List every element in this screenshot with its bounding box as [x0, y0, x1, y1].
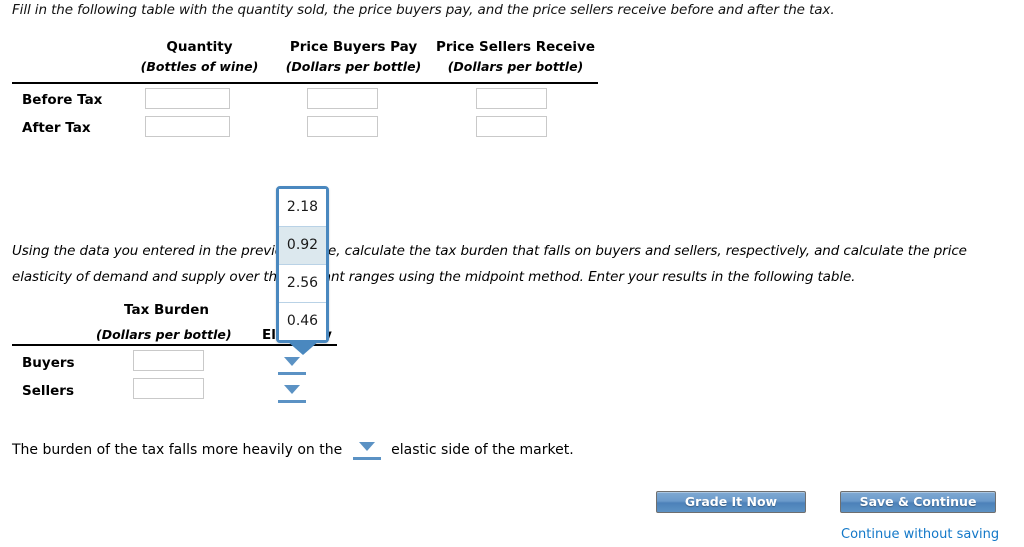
column-header-quantity-unit: (Bottles of wine)	[140, 59, 259, 74]
column-header-price-buyers-pay-title: Price Buyers Pay	[289, 39, 418, 55]
column-header-price-sellers-receive: Price Sellers Receive (Dollars per bottl…	[432, 38, 599, 76]
input-before-tax-price-buyers-pay[interactable]	[307, 88, 378, 109]
grade-it-now-button[interactable]: Grade It Now	[656, 491, 806, 513]
dropdown-option-3[interactable]: 0.46	[279, 303, 326, 340]
chevron-down-icon	[358, 442, 375, 451]
dropdown-option-1[interactable]: 0.92	[279, 227, 326, 265]
chevron-down-icon	[284, 357, 300, 366]
dropdown-option-2[interactable]: 2.56	[279, 265, 326, 303]
tax-burden-instruction: Using the data you entered in the previo…	[12, 243, 967, 285]
input-after-tax-quantity[interactable]	[145, 116, 230, 137]
open-dropdown-elasticity-options[interactable]: 2.18 0.92 2.56 0.46	[276, 186, 329, 343]
tax-burden-conclusion-sentence: The burden of the tax falls more heavily…	[12, 434, 574, 460]
column-header-quantity: Quantity (Bottles of wine)	[117, 38, 282, 76]
dropdown-buyers-elasticity[interactable]	[278, 355, 306, 375]
continue-without-saving-link[interactable]: Continue without saving	[841, 527, 999, 542]
column-header-quantity-title: Quantity	[166, 39, 233, 55]
dropdown-underline	[352, 457, 381, 460]
row-label-before-tax: Before Tax	[22, 92, 103, 108]
dropdown-underline	[278, 400, 306, 403]
input-after-tax-price-buyers-pay[interactable]	[307, 116, 378, 137]
dropdown-option-0[interactable]: 2.18	[279, 189, 326, 227]
column-header-price-sellers-receive-unit: (Dollars per bottle)	[447, 59, 584, 74]
chevron-down-icon	[284, 385, 300, 394]
table1-header-divider	[12, 82, 598, 84]
input-before-tax-quantity[interactable]	[145, 88, 230, 109]
dropdown-sellers-elasticity[interactable]	[278, 383, 306, 403]
save-and-continue-button[interactable]: Save & Continue	[840, 491, 996, 513]
row-label-after-tax: After Tax	[22, 120, 91, 136]
input-before-tax-price-sellers-receive[interactable]	[476, 88, 547, 109]
column-header-price-sellers-receive-title: Price Sellers Receive	[435, 39, 595, 55]
row-label-sellers: Sellers	[22, 383, 74, 399]
conclusion-text-after: elastic side of the market.	[391, 442, 574, 458]
input-sellers-tax-burden[interactable]	[133, 378, 204, 399]
intro-instruction: Fill in the following table with the qua…	[12, 2, 835, 18]
dropdown-underline	[278, 372, 306, 375]
dropdown-elastic-side[interactable]	[352, 440, 381, 460]
input-buyers-tax-burden[interactable]	[133, 350, 204, 371]
dropdown-pointer-tail	[287, 341, 319, 355]
column-header-price-buyers-pay: Price Buyers Pay (Dollars per bottle)	[270, 38, 437, 76]
conclusion-text-before: The burden of the tax falls more heavily…	[12, 442, 343, 458]
input-after-tax-price-sellers-receive[interactable]	[476, 116, 547, 137]
column-header-tax-burden-unit: (Dollars per bottle)	[96, 327, 232, 342]
column-header-price-buyers-pay-unit: (Dollars per bottle)	[285, 59, 422, 74]
row-label-buyers: Buyers	[22, 355, 75, 371]
column-header-tax-burden-title: Tax Burden	[124, 302, 209, 318]
